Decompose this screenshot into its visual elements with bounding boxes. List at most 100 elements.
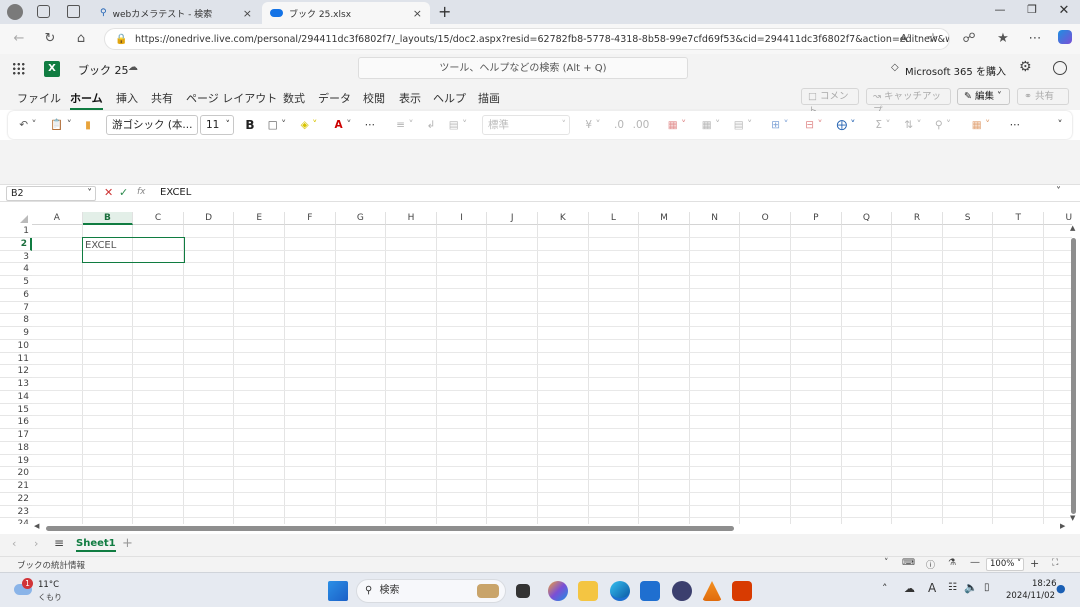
more-font-options-icon[interactable]: ⋯ xyxy=(362,115,378,135)
weather-widget[interactable]: 1 11°C くもり xyxy=(10,578,80,604)
tab-share[interactable]: 共有 xyxy=(151,90,173,106)
column-header-g[interactable]: G xyxy=(335,212,387,225)
vertical-scroll-thumb[interactable] xyxy=(1071,238,1076,514)
column-header-s[interactable]: S xyxy=(942,212,994,225)
browser-tab-workbook[interactable]: ブック 25.xlsx × xyxy=(262,2,430,24)
insert-cells-icon[interactable]: ⊞ ˅ xyxy=(766,115,794,135)
column-header-q[interactable]: Q xyxy=(841,212,893,225)
number-format-select[interactable]: 標準 ˅ xyxy=(482,115,570,135)
tab-actions-icon[interactable] xyxy=(67,5,80,18)
chevron-down-icon[interactable]: ˅ xyxy=(884,558,889,568)
restore-icon[interactable]: ❐ xyxy=(1022,3,1042,21)
row-header-18[interactable]: 18 xyxy=(0,442,32,455)
row-header-6[interactable]: 6 xyxy=(0,289,32,302)
column-header-k[interactable]: K xyxy=(538,212,589,225)
media-app-icon[interactable] xyxy=(672,581,692,601)
refresh-icon[interactable]: ↻ xyxy=(41,30,59,48)
edge-icon[interactable] xyxy=(610,581,630,601)
zoom-out-icon[interactable]: — xyxy=(970,557,980,568)
format-painter-icon[interactable]: ▮ xyxy=(80,115,96,135)
active-cell-b2[interactable]: EXCEL xyxy=(82,237,185,263)
font-name-select[interactable]: 游ゴシック (本... xyxy=(106,115,198,135)
decrease-decimal-icon[interactable]: .00 xyxy=(632,115,650,135)
row-header-13[interactable]: 13 xyxy=(0,378,32,391)
row-header-10[interactable]: 10 xyxy=(0,340,32,353)
scroll-right-icon[interactable]: ▶ xyxy=(1060,522,1065,530)
row-header-12[interactable]: 12 xyxy=(0,365,32,378)
format-table-icon[interactable]: ▦ ˅ xyxy=(698,115,724,135)
row-header-23[interactable]: 23 xyxy=(0,506,32,519)
vlc-icon[interactable] xyxy=(702,581,722,601)
close-window-icon[interactable]: ✕ xyxy=(1054,3,1074,21)
browser-tab-search[interactable]: ⚲ webカメラテスト - 検索 × xyxy=(92,2,260,24)
column-header-j[interactable]: J xyxy=(487,212,538,225)
battery-icon[interactable]: ▯ xyxy=(984,582,990,593)
zoom-in-icon[interactable]: + xyxy=(1030,557,1039,570)
find-icon[interactable]: ⚲ ˅ xyxy=(930,115,956,135)
row-header-4[interactable]: 4 xyxy=(0,263,32,276)
paste-icon[interactable]: 📋 ˅ xyxy=(48,115,74,135)
store-icon[interactable] xyxy=(640,581,660,601)
conditional-format-icon[interactable]: ▦ ˅ xyxy=(664,115,690,135)
name-box[interactable]: B2 ˅ xyxy=(6,186,96,201)
column-header-h[interactable]: H xyxy=(386,212,437,225)
back-icon[interactable]: ← xyxy=(10,30,28,48)
zoom-select[interactable]: 100% ˅ xyxy=(986,558,1024,571)
favorite-star-icon[interactable]: ☆ xyxy=(924,30,942,48)
taskbar-search[interactable]: ⚲ 検索 xyxy=(356,579,506,603)
copilot-icon[interactable] xyxy=(1056,30,1074,48)
tab-file[interactable]: ファイル xyxy=(17,90,61,106)
currency-icon[interactable]: ¥ ˅ xyxy=(580,115,606,135)
column-header-m[interactable]: M xyxy=(639,212,690,225)
accessibility-icon[interactable]: ⚗ xyxy=(948,558,956,568)
undo-icon[interactable]: ↶ ˅ xyxy=(16,115,40,135)
start-icon[interactable] xyxy=(328,581,348,601)
increase-decimal-icon[interactable]: .0 xyxy=(610,115,628,135)
tab-draw[interactable]: 描画 xyxy=(478,90,500,106)
row-header-20[interactable]: 20 xyxy=(0,467,32,480)
column-header-i[interactable]: I xyxy=(436,212,488,225)
row-header-17[interactable]: 17 xyxy=(0,429,32,442)
show-hidden-icons[interactable]: ˄ xyxy=(882,582,888,595)
worksheet-grid[interactable]: ABCDEFGHIJKLMNOPQRSTU 1 2 3 4 5 6 7 8 9 10 11 12 13 1… xyxy=(0,212,1072,524)
ribbon-expand-icon[interactable]: ˅ xyxy=(1052,115,1068,135)
delete-cells-icon[interactable]: ⊟ ˅ xyxy=(800,115,828,135)
expand-formula-icon[interactable]: ˅ xyxy=(1056,186,1061,197)
formula-input[interactable]: EXCEL xyxy=(160,187,191,198)
horizontal-scrollbar[interactable]: ◀ ▶ xyxy=(32,522,1072,532)
borders-icon[interactable]: □ ˅ xyxy=(264,115,290,135)
clock-date[interactable]: 2024/11/02 xyxy=(1006,591,1055,601)
column-header-c[interactable]: C xyxy=(133,212,184,225)
sort-filter-icon[interactable]: ⇅ ˅ xyxy=(900,115,926,135)
office-icon[interactable] xyxy=(732,581,752,601)
column-header-d[interactable]: D xyxy=(183,212,235,225)
add-ins-icon[interactable]: ▦ ˅ xyxy=(968,115,994,135)
tab-insert[interactable]: 挿入 xyxy=(116,90,138,106)
row-header-8[interactable]: 8 xyxy=(0,314,32,327)
row-header-19[interactable]: 19 xyxy=(0,455,32,468)
row-header-1[interactable]: 1 xyxy=(0,225,32,238)
next-sheet-icon[interactable]: › xyxy=(34,537,38,550)
comment-button[interactable]: □ コメント xyxy=(801,88,859,117)
task-view-icon[interactable] xyxy=(516,584,530,598)
row-header-7[interactable]: 7 xyxy=(0,302,32,315)
workbook-statistics[interactable]: ブックの統計情報 xyxy=(17,559,85,571)
cell-styles-icon[interactable]: ▤ ˅ xyxy=(730,115,756,135)
column-header-b[interactable]: B xyxy=(82,212,134,225)
tab-review[interactable]: 校閲 xyxy=(363,90,385,106)
column-header-n[interactable]: N xyxy=(689,212,741,225)
file-explorer-icon[interactable] xyxy=(578,581,598,601)
wifi-icon[interactable]: ☷ xyxy=(948,582,957,593)
confirm-entry-icon[interactable]: ✓ xyxy=(119,186,128,199)
search-input[interactable]: ツール、ヘルプなどの検索 (Alt + Q) xyxy=(358,57,688,79)
insert-function-icon[interactable]: fx xyxy=(137,187,146,197)
font-color-icon[interactable]: A ˅ xyxy=(330,115,356,135)
keyboard-icon[interactable]: ⌨ xyxy=(902,558,915,568)
tab-home[interactable]: ホーム xyxy=(70,90,103,110)
wrap-text-icon[interactable]: ↲ xyxy=(422,115,440,135)
fullscreen-icon[interactable]: ⛶ xyxy=(1052,558,1058,568)
bold-button[interactable]: B xyxy=(242,115,258,135)
close-tab-icon[interactable]: × xyxy=(243,7,252,20)
row-header-11[interactable]: 11 xyxy=(0,353,32,366)
column-header-p[interactable]: P xyxy=(791,212,842,225)
